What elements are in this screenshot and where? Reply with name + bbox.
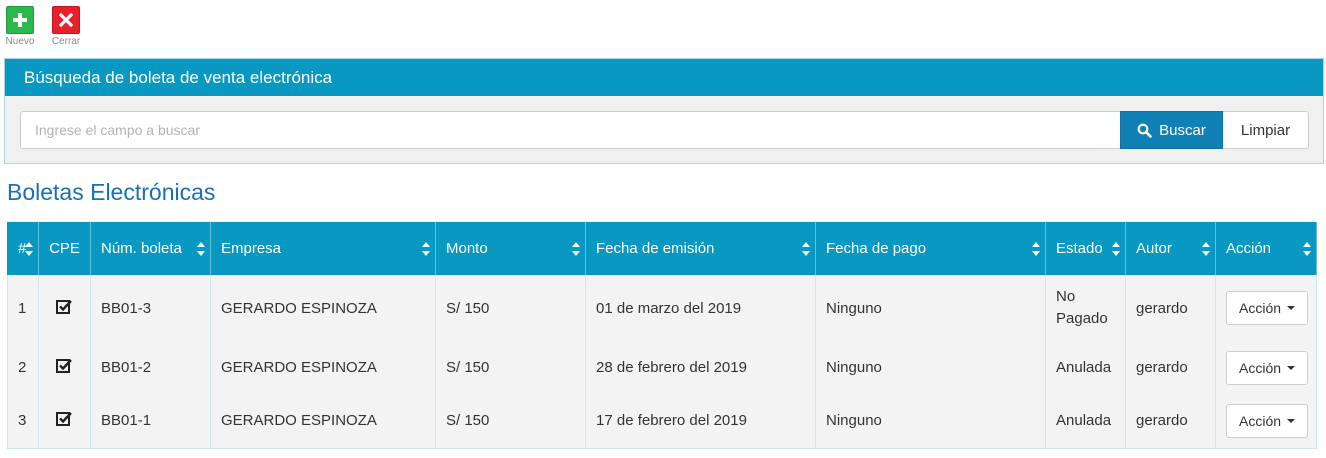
- col-label: Estado: [1056, 240, 1103, 257]
- table-row: 3 BB01-1 GERARDO ESPINOZA S/ 150 17 de f…: [7, 394, 1317, 449]
- cell-monto: S/ 150: [435, 341, 586, 394]
- cell-empresa: GERARDO ESPINOZA: [210, 394, 436, 449]
- col-label: Núm. boleta: [101, 240, 182, 257]
- checkbox-checked-icon: [56, 412, 72, 427]
- table-row: 1 BB01-3 GERARDO ESPINOZA S/ 150 01 de m…: [7, 275, 1317, 341]
- col-label: Autor: [1136, 240, 1172, 257]
- clear-button-label: Limpiar: [1240, 121, 1291, 139]
- col-header-estado[interactable]: Estado: [1045, 222, 1126, 275]
- sort-icon: [25, 241, 33, 256]
- cell-estado: No Pagado: [1045, 275, 1126, 341]
- cell-autor: gerardo: [1125, 394, 1216, 449]
- col-header-monto[interactable]: Monto: [435, 222, 586, 275]
- cell-autor: gerardo: [1125, 341, 1216, 394]
- estado-label: Anulada: [1056, 358, 1112, 376]
- caret-down-icon: [1287, 418, 1296, 423]
- col-label: Monto: [446, 240, 488, 257]
- cell-empresa: GERARDO ESPINOZA: [210, 341, 436, 394]
- search-icon: [1137, 123, 1152, 138]
- cell-index: 3: [7, 394, 39, 449]
- sort-icon: [197, 241, 205, 256]
- col-header-empresa[interactable]: Empresa: [210, 222, 436, 275]
- col-label: Fecha de pago: [826, 240, 927, 257]
- boletas-table: # CPE Núm. boleta Empresa Monto Fecha de…: [7, 222, 1317, 449]
- cell-estado: Anulada: [1045, 394, 1126, 449]
- cell-boleta: BB01-1: [90, 394, 211, 449]
- sort-icon: [1032, 241, 1040, 256]
- search-input[interactable]: [20, 111, 1120, 149]
- accion-label: Acción: [1239, 359, 1282, 376]
- col-label: CPE: [49, 240, 80, 257]
- col-label: Acción: [1226, 240, 1272, 257]
- cerrar-button[interactable]: [52, 6, 80, 34]
- table-header-row: # CPE Núm. boleta Empresa Monto Fecha de…: [7, 222, 1317, 275]
- col-header-boleta[interactable]: Núm. boleta: [90, 222, 211, 275]
- sort-icon: [1202, 241, 1210, 256]
- col-header-fecha-emision[interactable]: Fecha de emisión: [585, 222, 816, 275]
- cell-index: 1: [7, 275, 39, 341]
- cell-estado: Anulada: [1045, 341, 1126, 394]
- cell-accion: Acción: [1215, 341, 1317, 394]
- cell-cpe: [38, 341, 91, 394]
- cerrar-label: Cerrar: [51, 36, 81, 47]
- sort-icon: [1303, 241, 1311, 256]
- search-button-label: Buscar: [1159, 121, 1206, 139]
- accion-dropdown-button[interactable]: Acción: [1226, 403, 1309, 438]
- section-title: Boletas Electrónicas: [7, 179, 216, 205]
- cell-monto: S/ 150: [435, 275, 586, 341]
- estado-label: Anulada: [1056, 411, 1112, 429]
- cell-fecha-pago: Ninguno: [815, 275, 1046, 341]
- caret-down-icon: [1287, 365, 1296, 370]
- search-panel-title: Búsqueda de boleta de venta electrónica: [5, 59, 1323, 96]
- clear-button[interactable]: Limpiar: [1223, 111, 1309, 149]
- cell-fecha-emision: 01 de marzo del 2019: [585, 275, 816, 341]
- nuevo-button[interactable]: [6, 6, 34, 34]
- search-panel: Búsqueda de boleta de venta electrónica …: [4, 58, 1324, 164]
- cell-accion: Acción: [1215, 275, 1317, 341]
- cell-autor: gerardo: [1125, 275, 1216, 341]
- col-header-cpe: CPE: [38, 222, 91, 275]
- accion-label: Acción: [1239, 300, 1282, 316]
- toolbar: Nuevo Cerrar: [0, 6, 83, 47]
- cell-fecha-pago: Ninguno: [815, 394, 1046, 449]
- accion-dropdown-button[interactable]: Acción: [1226, 350, 1309, 385]
- sort-icon: [1112, 241, 1120, 256]
- cell-index: 2: [7, 341, 39, 394]
- cell-fecha-emision: 17 de febrero del 2019: [585, 394, 816, 449]
- plus-icon: [13, 13, 27, 27]
- col-label: Empresa: [221, 240, 282, 257]
- cell-fecha-pago: Ninguno: [815, 341, 1046, 394]
- col-header-autor[interactable]: Autor: [1125, 222, 1216, 275]
- search-button[interactable]: Buscar: [1120, 111, 1223, 149]
- sort-icon: [802, 241, 810, 256]
- close-icon: [59, 13, 73, 27]
- caret-down-icon: [1287, 306, 1296, 310]
- search-row: Buscar Limpiar: [20, 111, 1309, 149]
- cell-boleta: BB01-2: [90, 341, 211, 394]
- cell-monto: S/ 150: [435, 394, 586, 449]
- cell-accion: Acción: [1215, 394, 1317, 449]
- col-header-index[interactable]: #: [7, 222, 39, 275]
- sort-icon: [422, 241, 430, 256]
- col-label: Fecha de emisión: [596, 240, 715, 257]
- nuevo-label: Nuevo: [5, 36, 35, 47]
- cell-cpe: [38, 275, 91, 341]
- nuevo-tool[interactable]: Nuevo: [3, 6, 37, 47]
- col-header-accion[interactable]: Acción: [1215, 222, 1317, 275]
- cell-fecha-emision: 28 de febrero del 2019: [585, 341, 816, 394]
- table-row: 2 BB01-2 GERARDO ESPINOZA S/ 150 28 de f…: [7, 341, 1317, 394]
- accion-label: Acción: [1239, 412, 1282, 429]
- checkbox-checked-icon: [56, 359, 72, 373]
- checkbox-checked-icon: [56, 299, 72, 314]
- col-header-fecha-pago[interactable]: Fecha de pago: [815, 222, 1046, 275]
- cell-cpe: [38, 394, 91, 449]
- cell-boleta: BB01-3: [90, 275, 211, 341]
- accion-dropdown-button[interactable]: Acción: [1226, 291, 1309, 325]
- estado-label: No Pagado: [1056, 288, 1108, 327]
- sort-icon: [572, 241, 580, 256]
- cerrar-tool[interactable]: Cerrar: [49, 6, 83, 47]
- cell-empresa: GERARDO ESPINOZA: [210, 275, 436, 341]
